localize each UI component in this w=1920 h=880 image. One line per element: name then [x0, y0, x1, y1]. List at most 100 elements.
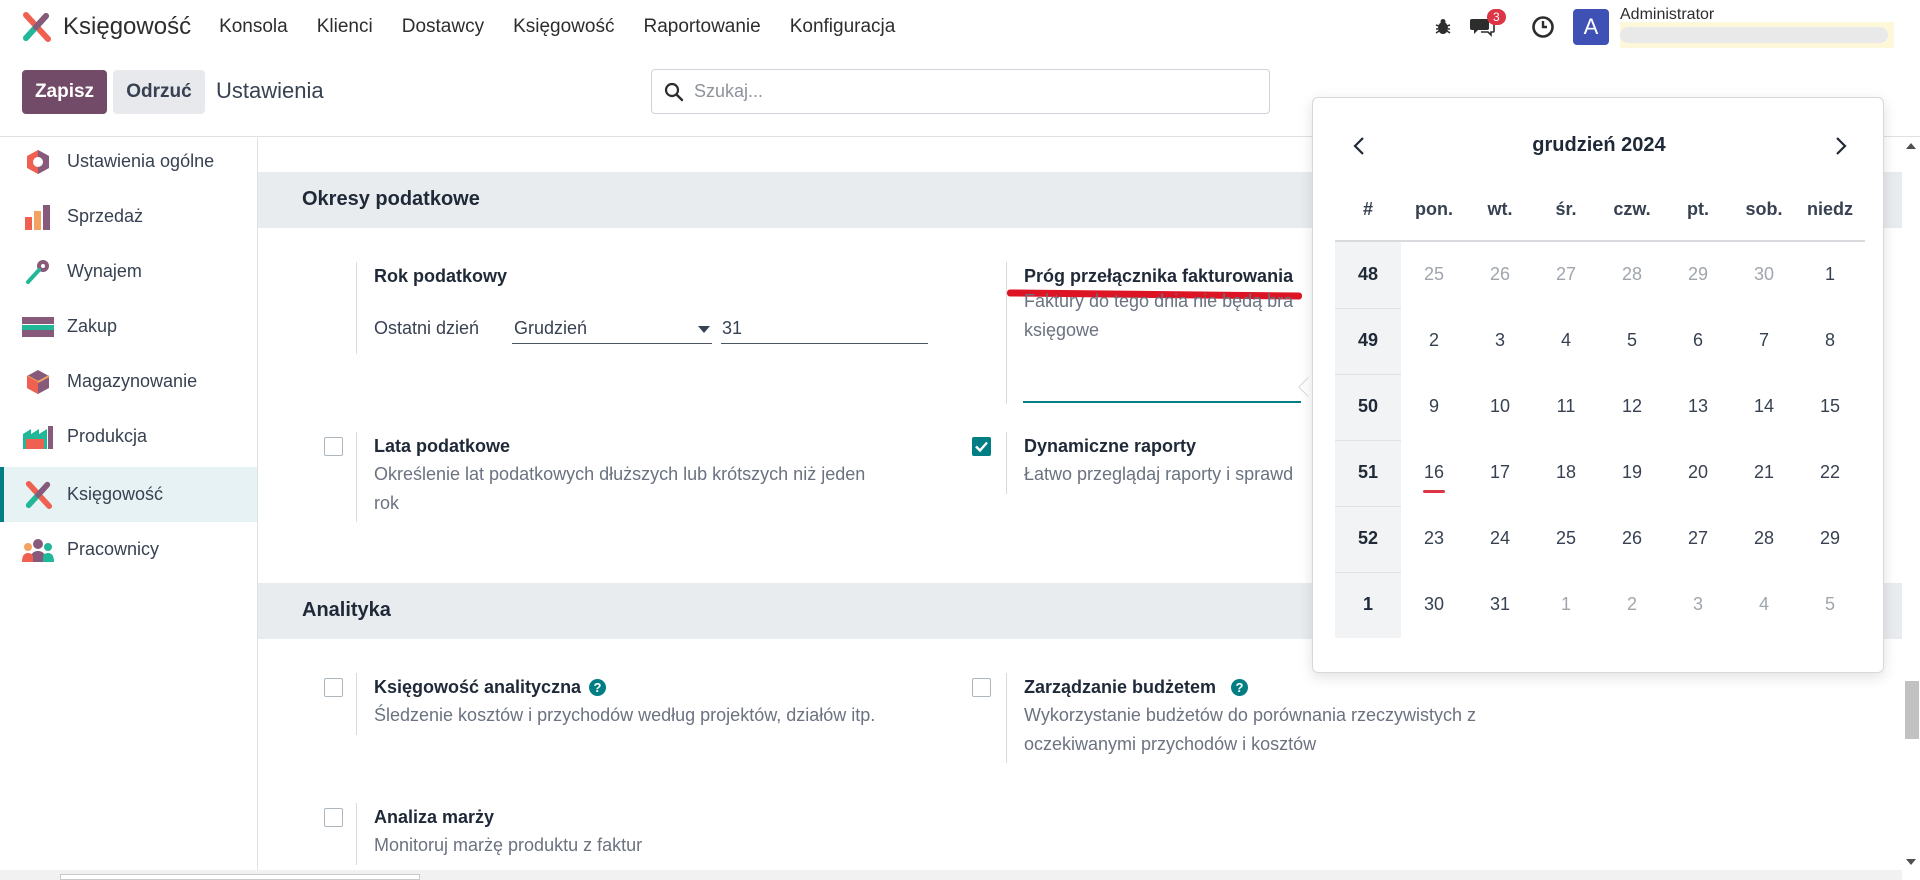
- calendar-day[interactable]: 23: [1401, 528, 1467, 549]
- calendar-day[interactable]: 25: [1533, 528, 1599, 549]
- section-title: Analityka: [302, 599, 391, 621]
- sidebar-item-label: Sprzedaż: [67, 206, 144, 226]
- calendar-day[interactable]: 2: [1599, 594, 1665, 615]
- calendar-day[interactable]: 20: [1665, 462, 1731, 483]
- sidebar-item-sales[interactable]: Sprzedaż: [0, 189, 257, 244]
- next-month-button[interactable]: [1827, 132, 1855, 160]
- menu-dostawcy[interactable]: Dostawcy: [402, 16, 484, 38]
- sidebar-item-accounting[interactable]: Księgowość: [0, 467, 257, 522]
- margin-analysis-checkbox[interactable]: [324, 808, 343, 827]
- fiscal-month-select[interactable]: Grudzień: [514, 318, 587, 339]
- calendar-day[interactable]: 1: [1797, 264, 1863, 285]
- menu-ksiegowosc[interactable]: Księgowość: [513, 16, 614, 38]
- week-separator: [1335, 506, 1401, 507]
- dynamic-reports-checkbox[interactable]: [972, 437, 991, 456]
- calendar-day[interactable]: 7: [1731, 330, 1797, 351]
- sidebar-item-label: Zakup: [67, 316, 118, 336]
- sidebar-item-purchase[interactable]: Zakup: [0, 299, 257, 354]
- menu-raportowanie[interactable]: Raportowanie: [643, 16, 760, 38]
- calendar-day[interactable]: 6: [1665, 330, 1731, 351]
- search-input[interactable]: [694, 81, 1234, 102]
- calendar-day[interactable]: 24: [1467, 528, 1533, 549]
- sidebar-item-general-settings[interactable]: Ustawienia ogólne: [0, 134, 257, 189]
- calendar-day[interactable]: 31: [1467, 594, 1533, 615]
- calendar-day[interactable]: 19: [1599, 462, 1665, 483]
- vertical-scrollbar[interactable]: [1902, 138, 1920, 880]
- calendar-day[interactable]: 29: [1797, 528, 1863, 549]
- datepicker-month-title[interactable]: grudzień 2024: [1313, 134, 1885, 157]
- discard-button[interactable]: Odrzuć: [113, 70, 205, 114]
- calendar-day[interactable]: 15: [1797, 396, 1863, 417]
- calendar-day[interactable]: 8: [1797, 330, 1863, 351]
- database-name-redacted: [1620, 27, 1888, 43]
- calendar-day[interactable]: 17: [1467, 462, 1533, 483]
- sidebar-item-inventory[interactable]: Magazynowanie: [0, 354, 257, 409]
- search-box[interactable]: [651, 69, 1270, 114]
- save-button[interactable]: Zapisz: [22, 70, 107, 114]
- help-question-icon[interactable]: ?: [1231, 679, 1248, 696]
- tax-years-checkbox[interactable]: [324, 437, 343, 456]
- calendar-day[interactable]: 18: [1533, 462, 1599, 483]
- menu-konsola[interactable]: Konsola: [219, 16, 288, 38]
- debug-bug-icon[interactable]: [1430, 14, 1456, 40]
- calendar-day[interactable]: 29: [1665, 264, 1731, 285]
- calendar-day[interactable]: 25: [1401, 264, 1467, 285]
- calendar-day[interactable]: 5: [1599, 330, 1665, 351]
- calendar-day[interactable]: 26: [1467, 264, 1533, 285]
- analytic-accounting-checkbox[interactable]: [324, 678, 343, 697]
- invoicing-switch-description-2: księgowe: [1024, 320, 1100, 340]
- sidebar-item-employees[interactable]: Pracownicy: [0, 522, 257, 577]
- calendar-day[interactable]: 1: [1533, 594, 1599, 615]
- calendar-day[interactable]: 14: [1731, 396, 1797, 417]
- week-number: 48: [1357, 264, 1379, 284]
- week-separator: [1335, 308, 1401, 309]
- calendar-day[interactable]: 11: [1533, 396, 1599, 417]
- user-avatar[interactable]: A: [1573, 9, 1609, 45]
- horizontal-scrollbar-thumb[interactable]: [60, 874, 420, 880]
- calendar-day[interactable]: 2: [1401, 330, 1467, 351]
- chevron-right-icon: [1836, 137, 1847, 155]
- calendar-day[interactable]: 30: [1731, 264, 1797, 285]
- calendar-day[interactable]: 9: [1401, 396, 1467, 417]
- activity-clock-icon[interactable]: [1530, 14, 1556, 40]
- accounting-logo-icon: [23, 12, 51, 42]
- calendar-day[interactable]: 5: [1797, 594, 1863, 615]
- budget-management-checkbox[interactable]: [972, 678, 991, 697]
- app-brand[interactable]: Księgowość: [21, 12, 191, 42]
- calendar-day[interactable]: 13: [1665, 396, 1731, 417]
- budget-management-description-2: oczekiwanymi przychodów i kosztów: [1024, 734, 1317, 754]
- manufacturing-app-icon: [22, 421, 54, 453]
- help-question-icon[interactable]: ?: [589, 679, 606, 696]
- calendar-day[interactable]: 22: [1797, 462, 1863, 483]
- fiscal-day-input[interactable]: 31: [722, 318, 742, 339]
- sidebar-item-manufacturing[interactable]: Produkcja: [0, 409, 257, 464]
- menu-konfiguracja[interactable]: Konfiguracja: [790, 16, 896, 38]
- calendar-day[interactable]: 21: [1731, 462, 1797, 483]
- calendar-day[interactable]: 10: [1467, 396, 1533, 417]
- calendar-day[interactable]: 27: [1533, 264, 1599, 285]
- calendar-day[interactable]: 28: [1731, 528, 1797, 549]
- section-title: Okresy podatkowe: [302, 188, 480, 210]
- scroll-up-arrow-icon[interactable]: [1906, 142, 1916, 150]
- sidebar-item-rental[interactable]: Wynajem: [0, 244, 257, 299]
- calendar-day[interactable]: 4: [1731, 594, 1797, 615]
- calendar-day[interactable]: 28: [1599, 264, 1665, 285]
- user-name[interactable]: Administrator: [1620, 6, 1714, 24]
- calendar-day[interactable]: 4: [1533, 330, 1599, 351]
- scroll-down-arrow-icon[interactable]: [1906, 858, 1916, 866]
- calendar-day[interactable]: 27: [1665, 528, 1731, 549]
- calendar-day[interactable]: 26: [1599, 528, 1665, 549]
- calendar-day[interactable]: 12: [1599, 396, 1665, 417]
- menu-klienci[interactable]: Klienci: [317, 16, 373, 38]
- calendar-day[interactable]: 3: [1467, 330, 1533, 351]
- inventory-app-icon: [22, 366, 54, 398]
- calendar-day[interactable]: 16: [1401, 462, 1467, 483]
- calendar-day[interactable]: 3: [1665, 594, 1731, 615]
- last-day-label: Ostatni dzień: [374, 318, 480, 338]
- scrollbar-thumb[interactable]: [1905, 681, 1919, 739]
- rental-app-icon: [22, 256, 54, 288]
- caret-down-icon[interactable]: [698, 326, 710, 334]
- calendar-day[interactable]: 30: [1401, 594, 1467, 615]
- fiscal-month-underline: [512, 343, 712, 344]
- invoicing-switch-date-input[interactable]: [1023, 401, 1301, 403]
